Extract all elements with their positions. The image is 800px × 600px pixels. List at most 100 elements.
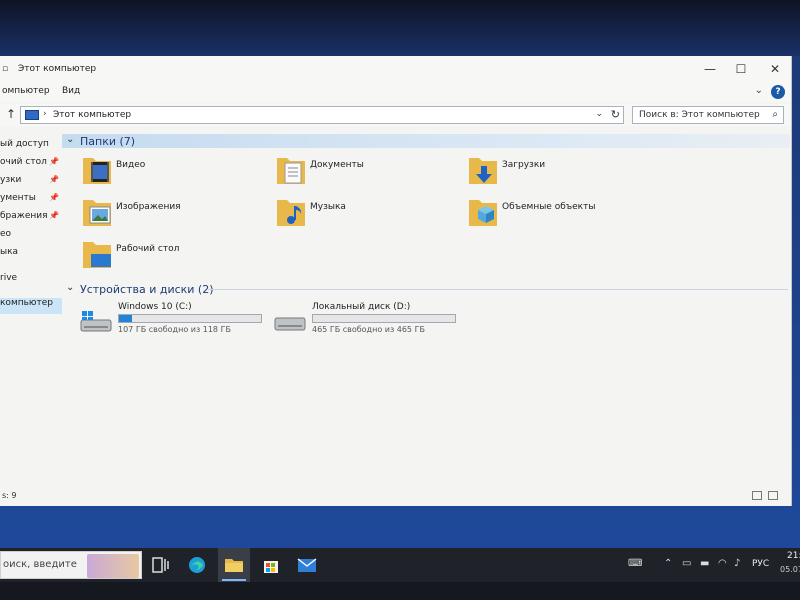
taskbar-search[interactable] [0, 551, 142, 579]
desktop-folder-icon [83, 242, 111, 268]
drive-usage-bar [118, 314, 262, 323]
folder-downloads[interactable]: Загрузки [468, 154, 648, 190]
sidebar-item-label: rive [0, 273, 18, 283]
sidebar-item-onedrive[interactable]: rive [0, 273, 62, 289]
sidebar-item-desktop[interactable]: очий стол 📌 [0, 157, 62, 173]
3d-objects-folder-icon [469, 200, 497, 226]
sidebar-item-label: компьютер [0, 298, 53, 308]
details-view-icon[interactable] [752, 491, 762, 500]
status-bar: s: 9 [0, 488, 791, 504]
drive-name: Локальный диск (D:) [312, 302, 411, 312]
breadcrumb-separator[interactable]: › [43, 109, 47, 119]
taskbar: ⌨ ⌃ ▭ ▬ ◠ ♪ РУС 21:3 05.07. [0, 548, 800, 582]
edge-browser-icon[interactable] [186, 555, 208, 575]
taskbar-search-input[interactable] [3, 559, 85, 570]
quick-access-toolbar-icon[interactable]: ▫ [2, 64, 8, 74]
file-explorer-taskbar-icon[interactable] [223, 555, 245, 575]
drive-usage-bar [312, 314, 456, 323]
battery-icon[interactable]: ▬ [700, 558, 709, 569]
search-icon[interactable]: ⌕ [772, 109, 778, 120]
folder-pictures[interactable]: Изображения [82, 196, 262, 232]
drive-free-space: 465 ГБ свободно из 465 ГБ [312, 325, 425, 334]
monitor-bezel-top [0, 0, 800, 56]
sidebar-item-this-pc[interactable]: компьютер [0, 298, 62, 314]
drive-c[interactable]: Windows 10 (C:) 107 ГБ свободно из 118 Г… [80, 302, 270, 336]
breadcrumb-path[interactable]: Этот компьютер [53, 110, 131, 120]
folder-3d-objects[interactable]: Объемные объекты [468, 196, 648, 232]
up-arrow-icon[interactable]: ↑ [6, 107, 16, 121]
search-highlight-image [87, 554, 139, 578]
clock-time[interactable]: 21:3 [787, 551, 800, 561]
hard-drive-icon [274, 317, 306, 331]
maximize-button[interactable]: ☐ [726, 60, 756, 78]
pin-icon[interactable]: 📌 [49, 157, 59, 166]
folder-label: Документы [310, 160, 364, 170]
title-bar[interactable]: ▫ Этот компьютер — ☐ ✕ [0, 56, 791, 82]
sidebar-item-quick-access[interactable]: ый доступ [0, 139, 62, 155]
sidebar-item-label: узки [0, 175, 22, 185]
chevron-down-icon[interactable]: ⌄ [66, 134, 74, 145]
sidebar-item-label: очий стол [0, 157, 47, 167]
meet-now-icon[interactable]: ▭ [682, 558, 691, 569]
chevron-up-icon[interactable]: ⌃ [664, 558, 672, 569]
pin-icon[interactable]: 📌 [49, 193, 59, 202]
drive-free-space: 107 ГБ свободно из 118 ГБ [118, 325, 231, 334]
clock-date[interactable]: 05.07. [780, 565, 800, 574]
input-language[interactable]: РУС [752, 559, 769, 569]
tab-view[interactable]: Вид [62, 86, 80, 96]
search-input[interactable] [633, 107, 761, 123]
tab-computer[interactable]: омпьютер [2, 86, 50, 96]
devices-group-header[interactable]: ⌄ Устройства и диски (2) [62, 282, 790, 296]
sidebar-item-downloads[interactable]: узки 📌 [0, 175, 62, 191]
monitor-bezel-bottom [0, 582, 800, 600]
sidebar-item-music[interactable]: ыка [0, 247, 62, 263]
chevron-down-icon[interactable]: ⌄ [595, 109, 603, 119]
computer-icon [25, 110, 39, 120]
large-icons-view-icon[interactable] [768, 491, 778, 500]
wifi-icon[interactable]: ◠ [718, 558, 727, 569]
close-button[interactable]: ✕ [760, 60, 790, 78]
sidebar-item-video[interactable]: ео [0, 229, 62, 245]
folder-video[interactable]: Видео [82, 154, 262, 190]
pictures-folder-icon [83, 200, 111, 226]
chevron-down-icon[interactable]: ⌄ [755, 85, 763, 96]
folder-documents[interactable]: Документы [276, 154, 456, 190]
touch-keyboard-icon[interactable]: ⌨ [628, 558, 642, 569]
sidebar-item-label: ументы [0, 193, 36, 203]
folders-group-header[interactable]: ⌄ Папки (7) [62, 134, 790, 148]
minimize-button[interactable]: — [695, 60, 725, 78]
mail-icon[interactable] [296, 555, 318, 575]
microsoft-store-icon[interactable] [260, 555, 282, 575]
folder-music[interactable]: Музыка [276, 196, 456, 232]
music-folder-icon [277, 200, 305, 226]
navigation-pane: ый доступ очий стол 📌 узки 📌 ументы 📌 бр… [0, 136, 62, 486]
window-title: Этот компьютер [18, 64, 97, 74]
drive-usage-fill [119, 315, 133, 322]
help-icon[interactable]: ? [771, 85, 785, 99]
drive-d[interactable]: Локальный диск (D:) 465 ГБ свободно из 4… [274, 302, 464, 336]
address-row: ↑ › Этот компьютер ⌄ ↻ ⌕ [0, 104, 791, 126]
downloads-folder-icon [469, 158, 497, 184]
content-pane: ⌄ Папки (7) Видео Документы Загрузки Изо… [62, 132, 792, 486]
search-box[interactable]: ⌕ [632, 106, 784, 124]
task-view-icon[interactable] [150, 555, 172, 575]
windows-drive-icon [80, 311, 112, 332]
file-explorer-window: ▫ Этот компьютер — ☐ ✕ омпьютер Вид ⌄ ? … [0, 56, 792, 506]
volume-icon[interactable]: ♪ [734, 558, 740, 569]
pin-icon[interactable]: 📌 [49, 175, 59, 184]
folder-label: Видео [116, 160, 146, 170]
folder-label: Загрузки [502, 160, 546, 170]
folder-label: Рабочий стол [116, 244, 180, 254]
chevron-down-icon[interactable]: ⌄ [66, 282, 74, 293]
folder-label: Музыка [310, 202, 346, 212]
sidebar-item-documents[interactable]: ументы 📌 [0, 193, 62, 209]
drive-name: Windows 10 (C:) [118, 302, 192, 312]
active-indicator [222, 579, 246, 581]
item-count: s: 9 [2, 491, 17, 500]
sidebar-item-pictures[interactable]: бражения 📌 [0, 211, 62, 227]
pin-icon[interactable]: 📌 [49, 211, 59, 220]
refresh-icon[interactable]: ↻ [611, 108, 620, 121]
folder-label: Изображения [116, 202, 181, 212]
address-bar[interactable]: › Этот компьютер ⌄ ↻ [20, 106, 624, 124]
folder-desktop[interactable]: Рабочий стол [82, 238, 262, 274]
